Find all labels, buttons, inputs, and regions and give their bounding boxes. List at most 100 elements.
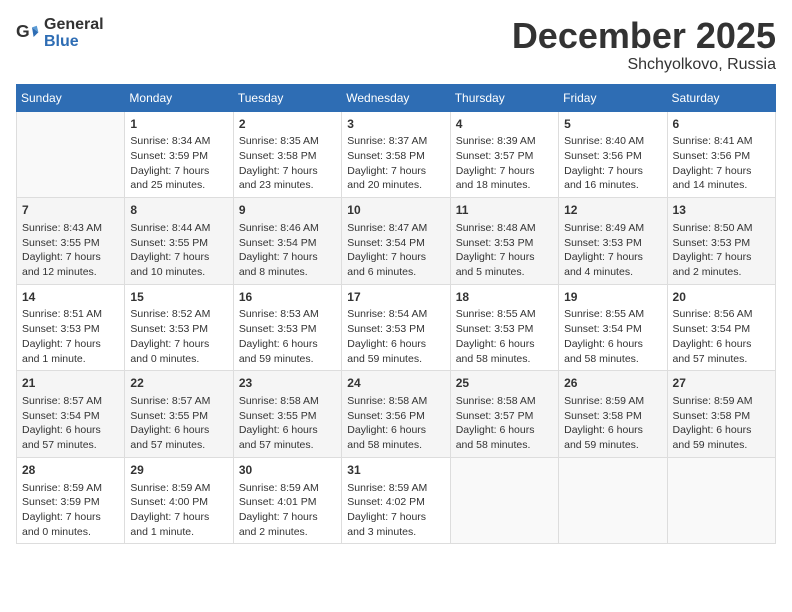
calendar-cell (450, 457, 558, 544)
location: Shchyolkovo, Russia (512, 56, 776, 74)
day-number: 24 (347, 375, 444, 392)
calendar-table: SundayMondayTuesdayWednesdayThursdayFrid… (16, 84, 776, 545)
calendar-cell (559, 457, 667, 544)
calendar-header: SundayMondayTuesdayWednesdayThursdayFrid… (17, 84, 776, 111)
calendar-cell: 4Sunrise: 8:39 AMSunset: 3:57 PMDaylight… (450, 111, 558, 198)
calendar-body: 1Sunrise: 8:34 AMSunset: 3:59 PMDaylight… (17, 111, 776, 544)
day-info: Sunrise: 8:58 AMSunset: 3:55 PMDaylight:… (239, 394, 336, 453)
day-number: 10 (347, 202, 444, 219)
day-info: Sunrise: 8:56 AMSunset: 3:54 PMDaylight:… (673, 307, 770, 366)
calendar-cell: 6Sunrise: 8:41 AMSunset: 3:56 PMDaylight… (667, 111, 775, 198)
week-row-4: 21 Sunrise: 8:57 AMSunset: 3:54 PMDayligh… (17, 371, 776, 458)
calendar-cell: 20Sunrise: 8:56 AMSunset: 3:54 PMDayligh… (667, 284, 775, 371)
week-row-2: 7 Sunrise: 8:43 AMSunset: 3:55 PMDaylight… (17, 198, 776, 285)
day-number: 31 (347, 462, 444, 479)
day-of-week-friday: Friday (559, 84, 667, 111)
day-info: Sunrise: 8:35 AMSunset: 3:58 PMDaylight:… (239, 134, 336, 193)
calendar-cell (667, 457, 775, 544)
day-info: Sunrise: 8:46 AMSunset: 3:54 PMDaylight:… (239, 221, 336, 280)
day-info: Sunrise: 8:47 AMSunset: 3:54 PMDaylight:… (347, 221, 444, 280)
day-of-week-sunday: Sunday (17, 84, 125, 111)
day-info: Sunrise: 8:50 AMSunset: 3:53 PMDaylight:… (673, 221, 770, 280)
day-info: Sunrise: 8:52 AMSunset: 3:53 PMDaylight:… (130, 307, 227, 366)
day-number: 18 (456, 289, 553, 306)
calendar-cell: 23 Sunrise: 8:58 AMSunset: 3:55 PMDayligh… (233, 371, 341, 458)
day-number: 21 (22, 375, 119, 392)
day-number: 9 (239, 202, 336, 219)
title-area: December 2025 Shchyolkovo, Russia (512, 16, 776, 74)
day-number: 27 (673, 375, 770, 392)
day-of-week-saturday: Saturday (667, 84, 775, 111)
days-of-week-row: SundayMondayTuesdayWednesdayThursdayFrid… (17, 84, 776, 111)
day-info: Sunrise: 8:59 AMSunset: 3:59 PMDaylight:… (22, 481, 119, 540)
calendar-cell: 8Sunrise: 8:44 AMSunset: 3:55 PMDaylight… (125, 198, 233, 285)
calendar-cell: 18Sunrise: 8:55 AMSunset: 3:53 PMDayligh… (450, 284, 558, 371)
day-number: 23 (239, 375, 336, 392)
calendar-cell: 19Sunrise: 8:55 AMSunset: 3:54 PMDayligh… (559, 284, 667, 371)
day-number: 6 (673, 116, 770, 133)
week-row-1: 1Sunrise: 8:34 AMSunset: 3:59 PMDaylight… (17, 111, 776, 198)
day-info: Sunrise: 8:59 AMSunset: 4:00 PMDaylight:… (130, 481, 227, 540)
calendar-cell: 24 Sunrise: 8:58 AMSunset: 3:56 PMDayligh… (342, 371, 450, 458)
day-info: Sunrise: 8:51 AMSunset: 3:53 PMDaylight:… (22, 307, 119, 366)
day-number: 16 (239, 289, 336, 306)
day-number: 1 (130, 116, 227, 133)
calendar-cell: 11 Sunrise: 8:48 AMSunset: 3:53 PMDayligh… (450, 198, 558, 285)
calendar-cell: 22Sunrise: 8:57 AMSunset: 3:55 PMDayligh… (125, 371, 233, 458)
calendar-cell: 26 Sunrise: 8:59 AMSunset: 3:58 PMDayligh… (559, 371, 667, 458)
day-number: 2 (239, 116, 336, 133)
day-number: 5 (564, 116, 661, 133)
day-number: 26 (564, 375, 661, 392)
calendar-cell: 15Sunrise: 8:52 AMSunset: 3:53 PMDayligh… (125, 284, 233, 371)
day-info: Sunrise: 8:59 AMSunset: 3:58 PMDaylight:… (673, 394, 770, 453)
day-number: 12 (564, 202, 661, 219)
calendar-cell: 9 Sunrise: 8:46 AMSunset: 3:54 PMDaylight… (233, 198, 341, 285)
calendar-cell: 5Sunrise: 8:40 AMSunset: 3:56 PMDaylight… (559, 111, 667, 198)
day-of-week-wednesday: Wednesday (342, 84, 450, 111)
day-number: 14 (22, 289, 119, 306)
calendar-cell: 29 Sunrise: 8:59 AMSunset: 4:00 PMDayligh… (125, 457, 233, 544)
day-info: Sunrise: 8:40 AMSunset: 3:56 PMDaylight:… (564, 134, 661, 193)
day-info: Sunrise: 8:58 AMSunset: 3:56 PMDaylight:… (347, 394, 444, 453)
header: G General Blue December 2025 Shchyolkovo… (16, 16, 776, 74)
day-info: Sunrise: 8:55 AMSunset: 3:54 PMDaylight:… (564, 307, 661, 366)
day-number: 29 (130, 462, 227, 479)
day-info: Sunrise: 8:39 AMSunset: 3:57 PMDaylight:… (456, 134, 553, 193)
day-number: 17 (347, 289, 444, 306)
day-number: 20 (673, 289, 770, 306)
calendar-cell: 17Sunrise: 8:54 AMSunset: 3:53 PMDayligh… (342, 284, 450, 371)
calendar-cell: 7 Sunrise: 8:43 AMSunset: 3:55 PMDaylight… (17, 198, 125, 285)
day-number: 19 (564, 289, 661, 306)
day-number: 11 (456, 202, 553, 219)
day-number: 30 (239, 462, 336, 479)
calendar-cell: 21 Sunrise: 8:57 AMSunset: 3:54 PMDayligh… (17, 371, 125, 458)
day-info: Sunrise: 8:43 AMSunset: 3:55 PMDaylight:… (22, 221, 119, 280)
day-of-week-thursday: Thursday (450, 84, 558, 111)
calendar-cell: 12Sunrise: 8:49 AMSunset: 3:53 PMDayligh… (559, 198, 667, 285)
day-number: 28 (22, 462, 119, 479)
day-info: Sunrise: 8:53 AMSunset: 3:53 PMDaylight:… (239, 307, 336, 366)
calendar-cell: 14Sunrise: 8:51 AMSunset: 3:53 PMDayligh… (17, 284, 125, 371)
day-info: Sunrise: 8:59 AMSunset: 4:01 PMDaylight:… (239, 481, 336, 540)
calendar-cell: 16Sunrise: 8:53 AMSunset: 3:53 PMDayligh… (233, 284, 341, 371)
calendar-cell: 28 Sunrise: 8:59 AMSunset: 3:59 PMDayligh… (17, 457, 125, 544)
day-info: Sunrise: 8:37 AMSunset: 3:58 PMDaylight:… (347, 134, 444, 193)
svg-text:G: G (16, 21, 30, 41)
day-number: 4 (456, 116, 553, 133)
day-number: 13 (673, 202, 770, 219)
logo-icon: G (16, 21, 40, 45)
day-of-week-monday: Monday (125, 84, 233, 111)
week-row-5: 28 Sunrise: 8:59 AMSunset: 3:59 PMDayligh… (17, 457, 776, 544)
calendar-cell: 1Sunrise: 8:34 AMSunset: 3:59 PMDaylight… (125, 111, 233, 198)
day-info: Sunrise: 8:59 AMSunset: 3:58 PMDaylight:… (564, 394, 661, 453)
calendar-cell: 3Sunrise: 8:37 AMSunset: 3:58 PMDaylight… (342, 111, 450, 198)
day-number: 15 (130, 289, 227, 306)
day-info: Sunrise: 8:59 AMSunset: 4:02 PMDaylight:… (347, 481, 444, 540)
day-info: Sunrise: 8:48 AMSunset: 3:53 PMDaylight:… (456, 221, 553, 280)
logo-general: General (44, 16, 104, 34)
day-info: Sunrise: 8:41 AMSunset: 3:56 PMDaylight:… (673, 134, 770, 193)
day-info: Sunrise: 8:34 AMSunset: 3:59 PMDaylight:… (130, 134, 227, 193)
day-info: Sunrise: 8:54 AMSunset: 3:53 PMDaylight:… (347, 307, 444, 366)
day-info: Sunrise: 8:57 AMSunset: 3:54 PMDaylight:… (22, 394, 119, 453)
day-number: 7 (22, 202, 119, 219)
